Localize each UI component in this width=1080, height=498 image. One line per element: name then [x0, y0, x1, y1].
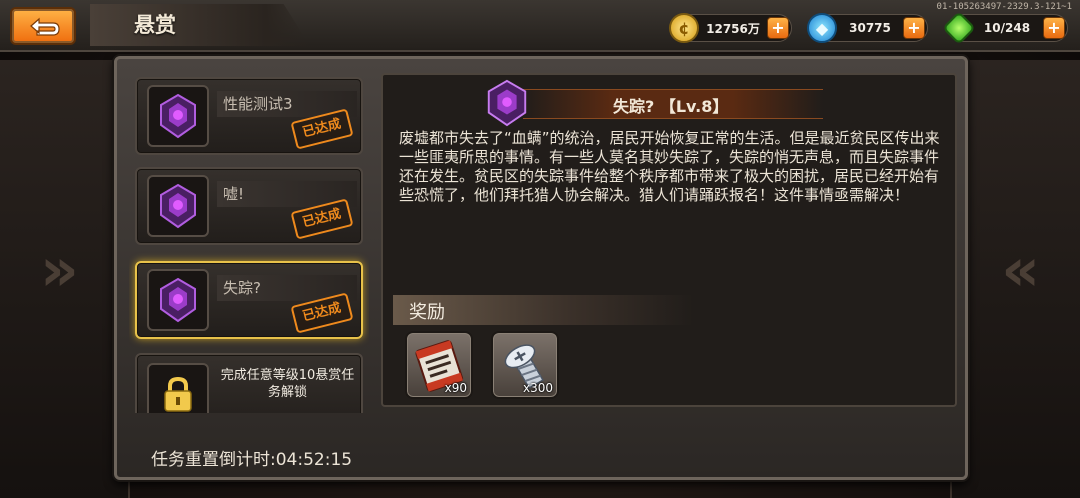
reward-item-2[interactable]: x300: [491, 331, 559, 399]
rank-emblem-icon: [147, 269, 209, 331]
page-title: 悬赏: [134, 13, 176, 37]
gem-icon: ◆: [807, 13, 837, 43]
unlock-requirement: 完成任意等级10悬赏任务解锁: [220, 368, 355, 400]
corridor-wall-right: «: [950, 60, 1080, 498]
rank-emblem-icon: [147, 175, 209, 237]
reward-label: 奖励: [409, 302, 445, 323]
quest-item-locked[interactable]: 完成任意等级10悬赏任务解锁: [135, 353, 363, 413]
top-bar: 悬赏 01-105263497-2329.3-121~1 ¢ 12756万 + …: [0, 0, 1080, 52]
gold-value: 12756万: [706, 21, 760, 36]
quest-list[interactable]: 性能测试3 已达成 嘘! 已达成 失踪? 已达成 完成任意等级10悬赏任务解锁: [129, 73, 369, 413]
gem-value: 30775: [849, 21, 891, 35]
corridor-wall-left: »: [0, 60, 130, 498]
return-arrow-icon: [30, 17, 60, 36]
back-button[interactable]: [10, 7, 76, 45]
version-string: 01-105263497-2329.3-121~1: [936, 2, 1072, 12]
rank-emblem-icon: [147, 85, 209, 147]
rank-emblem-icon: [487, 79, 527, 127]
reward-quantity: x90: [444, 381, 467, 395]
quest-title: 失踪? 【Lv.8】: [613, 97, 729, 116]
lock-icon: [147, 363, 209, 413]
reward-quantity: x300: [522, 381, 553, 395]
add-gem-button[interactable]: +: [903, 17, 925, 39]
quest-item-3[interactable]: 失踪? 已达成: [135, 261, 363, 339]
energy-crystal-icon: [942, 11, 976, 45]
quest-description: 废墟都市失去了“血螨”的统治，居民开始恢复正常的生活。但是最近贫民区传出来一些匪…: [399, 129, 940, 204]
reset-countdown: 任务重置倒计时:04:52:15: [151, 450, 353, 470]
energy-counter: 10/248 +: [942, 11, 1068, 45]
energy-value: 10/248: [983, 21, 1031, 35]
bounty-panel-content: 性能测试3 已达成 嘘! 已达成 失踪? 已达成 完成任意等级10悬赏任务解锁 …: [129, 73, 957, 470]
quest-detail-panel: 失踪? 【Lv.8】 废墟都市失去了“血螨”的统治，居民开始恢复正常的生活。但是…: [381, 73, 957, 407]
gold-counter: ¢ 12756万 +: [669, 13, 792, 43]
chevron-left-icon: «: [1001, 235, 1040, 305]
quest-item-1[interactable]: 性能测试3 已达成: [135, 77, 363, 155]
chevron-right-icon: »: [40, 235, 79, 305]
quest-item-2[interactable]: 嘘! 已达成: [135, 167, 363, 245]
title-plate: [90, 4, 310, 46]
add-gold-button[interactable]: +: [767, 17, 789, 39]
gold-coin-icon: ¢: [669, 13, 699, 43]
add-energy-button[interactable]: +: [1043, 17, 1065, 39]
gem-counter: ◆ 30775 +: [807, 13, 928, 43]
quest-detail-header: 失踪? 【Lv.8】: [383, 79, 955, 127]
reward-item-1[interactable]: x90: [405, 331, 473, 399]
bounty-panel: 性能测试3 已达成 嘘! 已达成 失踪? 已达成 完成任意等级10悬赏任务解锁 …: [114, 56, 968, 480]
